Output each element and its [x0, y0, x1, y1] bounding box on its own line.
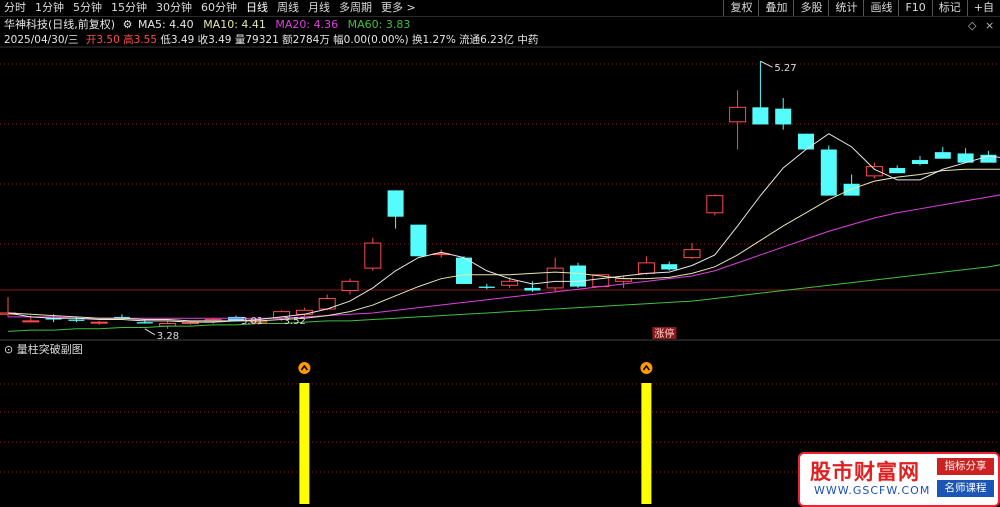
- candle-body: [729, 106, 747, 123]
- candle-body: [136, 322, 153, 324]
- candle-body: [912, 160, 928, 164]
- kline-chart[interactable]: 5.27 3.28 3.01 3.52 涨停: [0, 0, 1000, 507]
- candle-body: [410, 224, 427, 257]
- sub-panel-toggle-icon[interactable]: ⊙: [4, 343, 13, 356]
- low-price-pointer: [144, 328, 156, 336]
- candle-body: [706, 195, 724, 214]
- ma5-line: [7, 133, 1000, 323]
- candle-body: [341, 280, 359, 292]
- limit-up-label: 涨停: [654, 327, 674, 340]
- watermark-main: 股市财富网: [810, 459, 920, 484]
- signal-bar: [299, 383, 310, 504]
- candle-body: [68, 319, 85, 321]
- mark-a-label: 3.01: [241, 316, 263, 327]
- candle-body: [934, 152, 951, 159]
- candle-body: [501, 280, 519, 286]
- ma20-line: [8, 194, 1000, 319]
- signal-up-icon: [298, 362, 311, 374]
- candle-body: [22, 320, 40, 323]
- candle-body: [524, 287, 541, 291]
- candle-body: [478, 286, 495, 288]
- watermark-tag-share: 指标分享: [937, 458, 994, 475]
- high-price-label: 5.27: [774, 63, 796, 74]
- candle-body: [387, 190, 404, 217]
- signal-bar: [641, 383, 652, 504]
- candle-body: [752, 107, 769, 125]
- candle-body: [798, 133, 814, 150]
- candle-body: [90, 321, 108, 324]
- candle-body: [546, 267, 564, 289]
- candle-body: [843, 183, 860, 196]
- candle-body: [683, 249, 701, 259]
- sub-panel-title-row: ⊙ 量柱突破副图: [4, 343, 83, 357]
- mark-b-label: 3.52: [284, 316, 306, 327]
- watermark-logo: 股市财富网 WWW.GSCFW.COM 指标分享 名师课程: [798, 452, 1000, 507]
- candle-body: [865, 166, 883, 177]
- candle-body: [775, 108, 792, 125]
- candle-body: [637, 262, 655, 274]
- candle-body: [295, 309, 313, 315]
- candle-body: [889, 167, 906, 174]
- signal-up-icon: [640, 362, 653, 374]
- watermark-url: WWW.GSCFW.COM: [814, 484, 931, 497]
- candle-body: [661, 264, 678, 270]
- candle-body: [456, 257, 472, 284]
- candle-body: [820, 149, 837, 196]
- sub-panel-title: 量柱突破副图: [16, 343, 83, 356]
- high-price-pointer: [760, 60, 773, 68]
- candle-body: [570, 265, 586, 287]
- candle-body: [364, 242, 382, 269]
- watermark-tag-course: 名师课程: [937, 480, 994, 497]
- low-price-label: 3.28: [157, 331, 179, 342]
